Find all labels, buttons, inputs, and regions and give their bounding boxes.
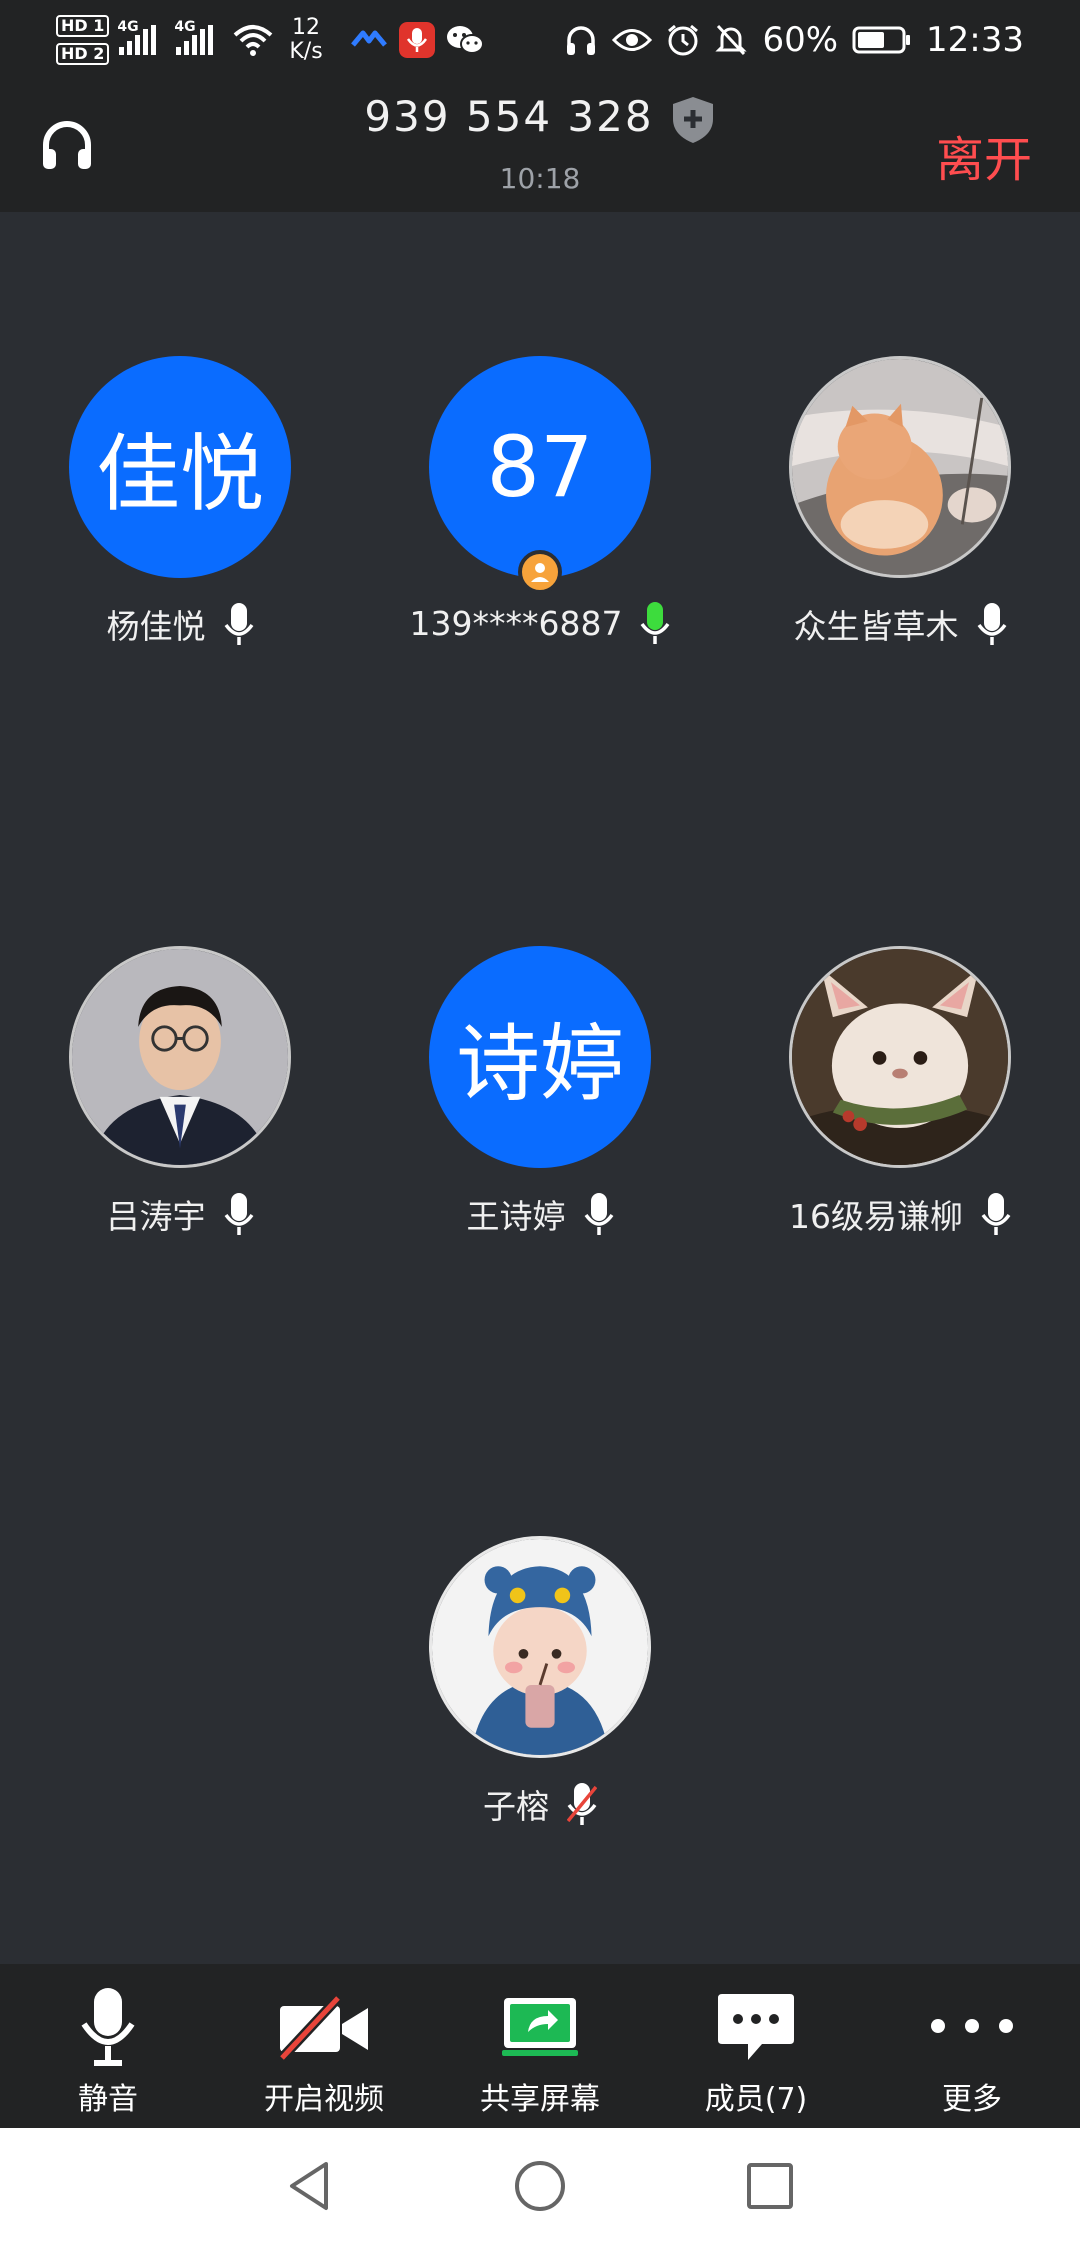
participant-name: 16级易谦柳 — [789, 1197, 963, 1236]
participant-name: 吕涛宇 — [106, 1197, 206, 1236]
person-icon — [531, 563, 549, 582]
network-type-label: 4G — [174, 19, 196, 35]
members-button[interactable]: 成员(7) — [648, 1964, 864, 2128]
signal-icon: 4G — [174, 19, 214, 55]
video-label: 开启视频 — [264, 2082, 384, 2117]
mic-on-icon — [224, 603, 253, 645]
status-left: HD 1 HD 2 4G 4G 12 K/s — [56, 10, 485, 70]
network-type-label: 4G — [117, 19, 139, 35]
start-video-button[interactable]: 开启视频 — [216, 1964, 432, 2128]
avatar — [789, 356, 1011, 578]
mute-button[interactable]: 静音 — [0, 1964, 216, 2128]
wechat-icon — [446, 26, 484, 54]
more-dots-icon — [931, 2019, 1013, 2033]
share-label: 共享屏幕 — [480, 2082, 600, 2117]
avatar: 诗婷 — [429, 946, 651, 1168]
avatar-initials: 诗婷 — [455, 1014, 624, 1113]
participant-name: 139****6887 — [409, 603, 623, 643]
participant-tile[interactable]: 87 139****6887 — [360, 356, 720, 646]
mic-speaking-icon — [641, 602, 670, 644]
participant-tile[interactable]: 16级易谦柳 — [720, 946, 1080, 1238]
recorder-app-icon — [398, 22, 435, 58]
mic-on-icon — [584, 1193, 613, 1235]
avatar-initials: 佳悦 — [95, 424, 264, 523]
participant-tile[interactable]: 佳悦 杨佳悦 — [0, 356, 360, 648]
mic-on-icon — [981, 1193, 1011, 1235]
participant-name: 王诗婷 — [466, 1197, 566, 1236]
meeting-header: 939 554 328 10:18 离开 — [0, 78, 1080, 212]
share-screen-icon — [502, 1998, 578, 2056]
notifications-off-icon — [715, 24, 748, 56]
mic-muted-icon — [567, 1783, 597, 1825]
battery-icon — [852, 26, 911, 54]
participant-tile[interactable]: 诗婷 王诗婷 — [360, 946, 720, 1238]
participant-tile[interactable]: 子榕 — [360, 1536, 720, 1828]
participant-name: 众生皆草木 — [793, 607, 959, 646]
battery-percent: 60% — [762, 20, 839, 60]
mute-label: 静音 — [78, 2082, 138, 2117]
status-right: 60% 12:33 — [564, 10, 1024, 70]
participant-name: 杨佳悦 — [106, 607, 206, 646]
microphone-icon — [81, 1988, 135, 2066]
cat-photo-avatar — [792, 359, 1008, 575]
system-navigation-bar — [0, 2128, 1080, 2244]
leave-button[interactable]: 离开 — [936, 120, 1032, 190]
wifi-icon — [234, 25, 273, 56]
share-screen-button[interactable]: 共享屏幕 — [432, 1964, 648, 2128]
mic-on-icon — [977, 603, 1006, 645]
participant-tile[interactable]: 吕涛宇 — [0, 946, 360, 1238]
avatar: 佳悦 — [69, 356, 291, 578]
chat-bubble-icon — [718, 1994, 794, 2060]
speed-unit: K/s — [289, 39, 323, 64]
plush-toy-photo-avatar — [792, 949, 1008, 1165]
members-label: 成员(7) — [704, 2082, 808, 2117]
eye-comfort-icon — [612, 29, 653, 51]
clock: 12:33 — [926, 20, 1024, 60]
avatar — [789, 946, 1011, 1168]
network-speed: 12 K/s — [289, 16, 322, 64]
hd1-label: HD 1 — [56, 15, 110, 37]
headphones-status-icon — [567, 26, 596, 55]
avatar-initials: 87 — [486, 418, 594, 516]
back-icon[interactable] — [280, 2156, 340, 2216]
more-label: 更多 — [942, 2082, 1002, 2117]
more-button[interactable]: 更多 — [864, 1964, 1080, 2128]
avatar — [429, 1536, 651, 1758]
meeting-toolbar: 静音 开启视频 共享屏幕 成员(7) 更多 — [0, 1964, 1080, 2128]
hd-indicator: HD 1 HD 2 — [56, 15, 110, 65]
avatar — [69, 946, 291, 1168]
meeting-duration: 10:18 — [499, 162, 581, 195]
recents-icon[interactable] — [740, 2156, 800, 2216]
alarm-icon — [668, 24, 699, 56]
avatar: 87 — [429, 356, 651, 594]
home-icon[interactable] — [510, 2156, 570, 2216]
shield-icon — [672, 96, 713, 143]
meeting-id[interactable]: 939 554 328 — [0, 92, 1080, 145]
participant-tile[interactable]: 众生皆草木 — [720, 356, 1080, 648]
cartoon-avatar — [432, 1539, 648, 1755]
speed-value: 12 — [292, 15, 321, 40]
hd2-label: HD 2 — [56, 43, 110, 65]
phone-user-badge — [518, 550, 562, 594]
signal-icon: 4G — [117, 19, 157, 55]
status-bar: HD 1 HD 2 4G 4G 12 K/s 60% 12:33 — [0, 0, 1080, 78]
app-notification-icon — [350, 30, 387, 47]
mic-on-icon — [224, 1193, 253, 1235]
participant-name: 子榕 — [483, 1787, 549, 1826]
video-off-icon — [278, 1994, 368, 2062]
portrait-photo-avatar — [72, 949, 288, 1165]
meeting-id-text: 939 554 328 — [364, 92, 654, 141]
